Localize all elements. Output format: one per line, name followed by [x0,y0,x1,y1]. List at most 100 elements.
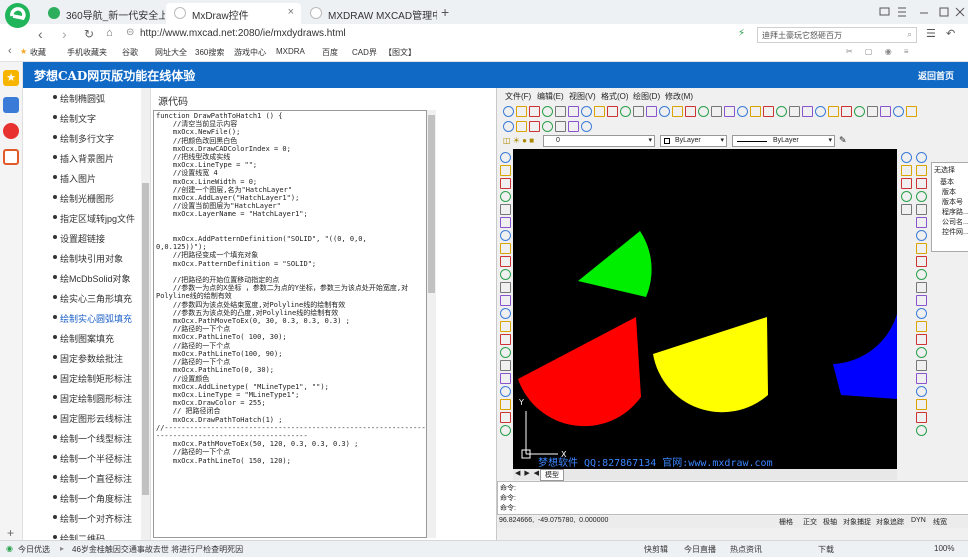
cad-tool-icon[interactable] [555,106,566,117]
cad-tool-icon[interactable] [555,121,566,132]
undo-icon[interactable]: ↶ [946,27,955,40]
close-tab-icon[interactable]: × [288,6,294,18]
cad-menu-draw[interactable]: 绘图(D) [633,91,660,102]
cad-tool-icon[interactable] [916,165,927,176]
menu-item[interactable]: 绘制文字 [23,108,150,128]
status-live[interactable]: 今日直播 [684,544,716,555]
menu-item[interactable]: 插入背景图片 [23,148,150,168]
menu-item[interactable]: 绘实心三角形填充 [23,288,150,308]
cad-tool-icon[interactable] [916,347,927,358]
cad-tool-icon[interactable] [901,165,912,176]
cad-tool-icon[interactable] [828,106,839,117]
cad-tool-icon[interactable] [500,217,511,228]
cad-tool-icon[interactable] [516,121,527,132]
cad-tool-icon[interactable] [916,178,927,189]
code-scroll-thumb[interactable] [428,115,435,293]
cad-tool-icon[interactable] [500,243,511,254]
menu-item[interactable]: 固定绘制矩形标注 [23,368,150,388]
cad-tool-icon[interactable] [500,191,511,202]
cad-tool-icon[interactable] [500,165,511,176]
menu-scroll-thumb[interactable] [142,183,149,495]
cad-menu-modify[interactable]: 修改(M) [665,91,693,102]
cad-tool-icon[interactable] [500,412,511,423]
green-sector-hatch[interactable] [578,231,652,297]
menu-item[interactable]: 绘制实心圆弧填充 [23,308,150,328]
tab-mxdraw[interactable]: MxDraw控件 × [166,3,301,24]
tab-360-nav[interactable]: 360导航_新一代安全上网导航 [40,3,165,24]
menu-item[interactable]: 指定区域转jpg文件 [23,208,150,228]
cad-tool-icon[interactable] [607,106,618,117]
cad-tool-icon[interactable] [529,106,540,117]
cad-tool-icon[interactable] [916,386,927,397]
cad-tool-icon[interactable] [500,334,511,345]
cad-tool-icon[interactable] [500,321,511,332]
cad-tool-icon[interactable] [516,106,527,117]
code-textarea[interactable]: function DrawPathToHatch1 () { //清空当前显示内… [153,110,427,538]
cad-tool-icon[interactable] [568,121,579,132]
menu-icon[interactable]: ☰ [926,27,936,40]
cad-tool-icon[interactable] [500,178,511,189]
menu-item[interactable]: 绘制一个角度标注 [23,488,150,508]
status-download[interactable]: 下载 [818,544,834,555]
cad-tool-icon[interactable] [916,191,927,202]
cad-tool-icon[interactable] [893,106,904,117]
home-link[interactable]: 返回首页 [918,69,954,82]
menu-item[interactable]: 绘制一个对齐标注 [23,508,150,528]
props-section[interactable]: 基本 [940,177,954,187]
cad-tool-icon[interactable] [916,256,927,267]
cad-tool-icon[interactable] [503,121,514,132]
model-tab[interactable]: 模型 [540,469,564,481]
tab-mxcad-admin[interactable]: MXDRAW MXCAD管理中心 [302,3,437,24]
status-osnap[interactable]: 对象捕捉 [843,517,871,527]
cad-tool-icon[interactable] [802,106,813,117]
cad-tool-icon[interactable] [916,360,927,371]
status-zoom[interactable]: 100% [934,544,954,553]
cad-tool-icon[interactable] [620,106,631,117]
menu-item[interactable]: 插入图片 [23,168,150,188]
address-input[interactable]: http://www.mxcad.net:2080/ie/mxdydraws.h… [140,28,346,39]
cad-tool-icon[interactable] [916,373,927,384]
cad-tool-icon[interactable] [916,295,927,306]
cad-tool-icon[interactable] [916,321,927,332]
search-icon[interactable]: ⌕ [907,29,912,40]
layer-select[interactable]: 0 ▾ [543,135,655,147]
menu-item[interactable]: 固定参数绘批注 [23,348,150,368]
yellow-sector-hatch[interactable] [653,317,768,413]
cad-tool-icon[interactable] [646,106,657,117]
cad-tool-icon[interactable] [916,412,927,423]
code-scrollbar[interactable] [427,110,436,538]
cad-tool-icon[interactable] [568,106,579,117]
search-box[interactable]: 迪拜土豪玩它怒砸百万 ⌕ [757,27,917,43]
menu-item[interactable]: 绘制光栅图形 [23,188,150,208]
cad-tool-icon[interactable] [500,152,511,163]
status-grid[interactable]: 栅格 [779,517,793,527]
address-bar[interactable]: ⊝ http://www.mxcad.net:2080/ie/mxdydraws… [124,27,744,43]
cad-tool-icon[interactable] [594,106,605,117]
cad-tool-icon[interactable] [916,334,927,345]
cad-tool-icon[interactable] [503,106,514,117]
fav-item-google[interactable]: 谷歌 [122,47,138,58]
cad-tool-icon[interactable] [500,360,511,371]
reading-icon[interactable] [3,97,19,113]
status-ortho[interactable]: 正交 [803,517,817,527]
cad-tool-icon[interactable] [916,308,927,319]
cad-tool-icon[interactable] [500,399,511,410]
cad-tool-icon[interactable] [901,191,912,202]
fav-item-cad[interactable]: CAD界 [352,47,377,58]
menu-scrollbar[interactable] [141,88,150,540]
menu-item[interactable]: 绘制二维码 [23,528,150,540]
collapse-icon[interactable]: ‹ [8,45,12,57]
cad-tool-icon[interactable] [789,106,800,117]
cad-tool-icon[interactable] [880,106,891,117]
fav-item-mobile[interactable]: 手机收藏夹 [67,47,107,58]
cad-tool-icon[interactable] [916,217,927,228]
props-header[interactable]: 无选择 [934,165,955,175]
cad-tool-icon[interactable] [901,204,912,215]
cad-tool-icon[interactable] [685,106,696,117]
menu-item[interactable]: 绘制图案填充 [23,328,150,348]
cad-tool-icon[interactable] [581,121,592,132]
cad-tool-icon[interactable] [916,269,927,280]
cad-menu-edit[interactable]: 编辑(E) [537,91,564,102]
cad-tool-icon[interactable] [916,425,927,436]
cad-tool-icon[interactable] [500,373,511,384]
